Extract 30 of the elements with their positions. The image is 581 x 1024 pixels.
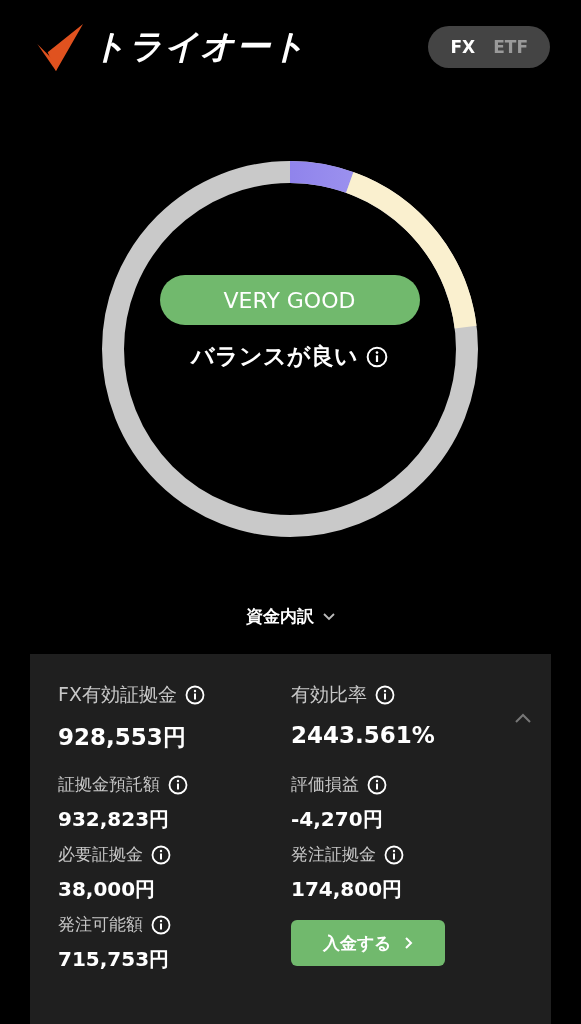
balance-message: バランスが良い [191, 342, 358, 371]
info-icon[interactable] [384, 844, 404, 865]
chevron-up-icon[interactable] [513, 712, 533, 724]
info-icon[interactable] [168, 774, 188, 795]
info-icon[interactable] [184, 685, 205, 705]
chevron-right-icon [403, 936, 413, 950]
info-icon[interactable] [375, 685, 395, 705]
metric-label: 発注証拠金 [291, 843, 376, 866]
metric-value: 928,553円 [58, 723, 187, 752]
breakdown-toggle[interactable]: 資金内訳 [241, 601, 340, 632]
metric-value: 932,823円 [58, 806, 171, 833]
metric-label: 証拠金預託額 [58, 773, 160, 796]
metric-label: FX有効証拠金 [58, 682, 177, 707]
metric-label: 評価損益 [291, 773, 359, 796]
metric-value: -4,270円 [291, 806, 384, 833]
info-icon[interactable] [151, 914, 171, 935]
chevron-down-icon [321, 611, 336, 622]
rating-badge: VERY GOOD [159, 275, 420, 325]
info-icon[interactable] [366, 345, 388, 368]
metric-value: 2443.561% [291, 722, 436, 748]
metric-value: 38,000円 [58, 876, 157, 903]
info-icon[interactable] [151, 844, 171, 865]
market-tab[interactable]: FX [442, 33, 484, 61]
logo-text: トライオート [92, 25, 307, 68]
metric-label: 発注可能額 [58, 913, 143, 936]
metric-value: 174,800円 [291, 876, 404, 903]
metric-label: 必要証拠金 [58, 843, 143, 866]
metric-value: 715,753円 [58, 946, 171, 973]
metric-label: 有効比率 [291, 682, 367, 707]
info-icon[interactable] [367, 774, 387, 795]
